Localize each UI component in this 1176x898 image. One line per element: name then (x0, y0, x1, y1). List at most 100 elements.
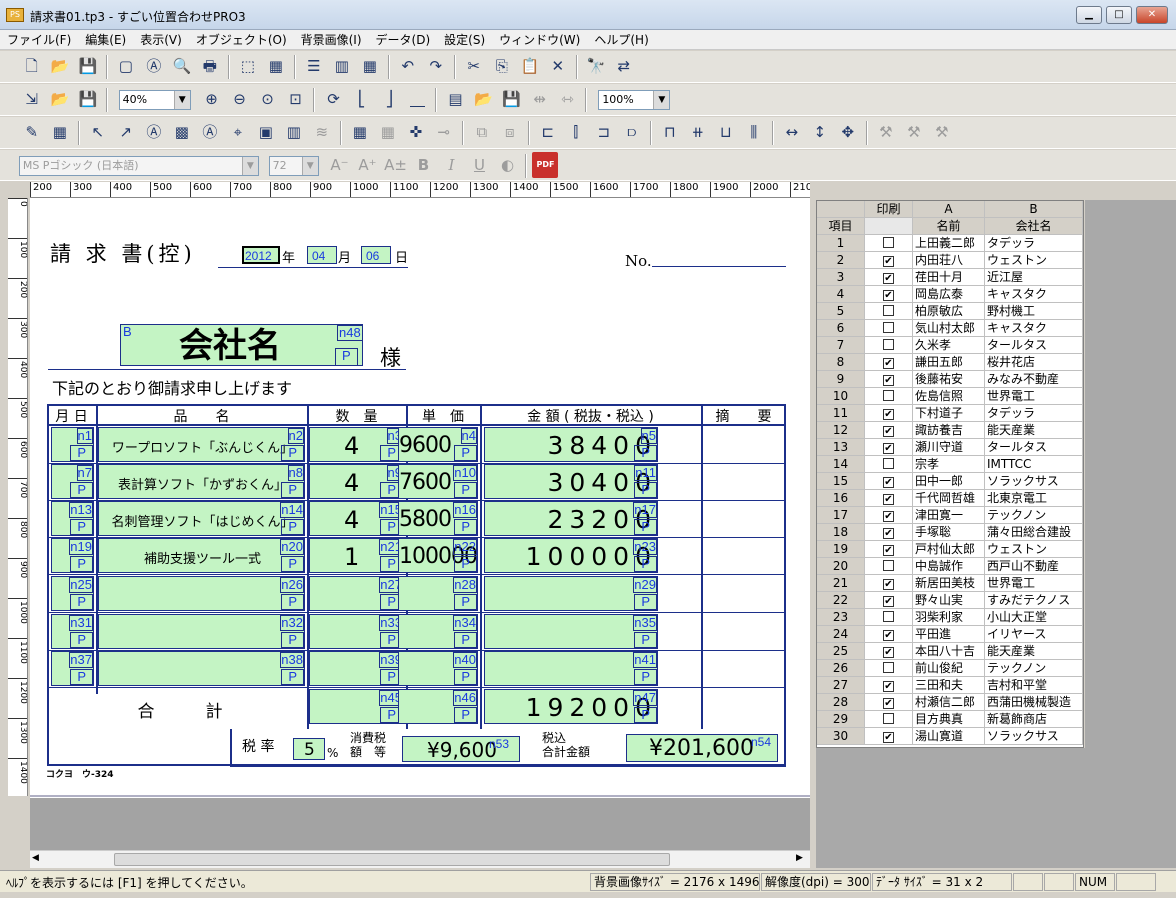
grid-name-cell[interactable]: 謙田五郎 (913, 354, 985, 371)
font-smaller-icon[interactable]: A⁻ (326, 152, 352, 178)
total-quantity-field[interactable]: n45 P (309, 689, 404, 724)
quantity-field[interactable]: n33 P (309, 614, 404, 649)
grid-row-number[interactable]: 26 (817, 660, 865, 677)
print-checkbox[interactable]: ✔ (883, 596, 894, 607)
print-checkbox[interactable]: ✔ (883, 290, 894, 301)
font-name-select[interactable]: MS Pゴシック (日本語) ▼ (18, 156, 259, 176)
grid-row-number[interactable]: 19 (817, 541, 865, 558)
menu-help[interactable]: ヘルプ(H) (587, 30, 655, 50)
print-checkbox[interactable] (883, 305, 894, 316)
stack-icon[interactable]: ≋ (309, 119, 335, 145)
item-field[interactable]: 名刺管理ソフト「はじめくん」 n14 P (98, 501, 305, 536)
grid-print-cell[interactable]: ✔ (865, 575, 913, 592)
text-frame-icon[interactable]: Ⓐ (197, 119, 223, 145)
save-background-icon[interactable]: 💾 (75, 86, 101, 112)
grid-name-cell[interactable]: 戸村仙太郎 (913, 541, 985, 558)
unit-price-field[interactable]: 100000 n22 P (398, 538, 478, 573)
grid-print-cell[interactable]: ✔ (865, 439, 913, 456)
print-checkbox[interactable] (883, 611, 894, 622)
grid-company-cell[interactable]: IMTTCC (985, 456, 1083, 473)
date-field[interactable]: n19 P (51, 538, 94, 573)
grid-row-number[interactable]: 28 (817, 694, 865, 711)
grid-name-cell[interactable]: 村瀬信二郎 (913, 694, 985, 711)
grid-name-cell[interactable]: 気山村太郎 (913, 320, 985, 337)
grid-company-cell[interactable]: すみだテクノス (985, 592, 1083, 609)
select-frame-icon[interactable]: ⬚ (235, 53, 261, 79)
split-h-icon[interactable]: ⇹ (526, 86, 552, 112)
align-top-icon[interactable]: ⊓ (657, 119, 683, 145)
print-checkbox[interactable]: ✔ (883, 375, 894, 386)
grid-print-cell[interactable]: ✔ (865, 694, 913, 711)
grid-field-header[interactable] (865, 218, 913, 235)
pointer-text-icon[interactable]: ↗ (113, 119, 139, 145)
menu-background-image[interactable]: 背景画像(I) (294, 30, 369, 50)
grid-row-number[interactable]: 30 (817, 728, 865, 745)
chevron-down-icon[interactable]: ▼ (301, 157, 318, 175)
grid-print-cell[interactable]: ✔ (865, 286, 913, 303)
menu-file[interactable]: ファイル(F) (0, 30, 78, 50)
replace-icon[interactable]: ⇄ (611, 53, 637, 79)
grid-name-cell[interactable]: 下村道子 (913, 405, 985, 422)
chevron-down-icon[interactable]: ▼ (173, 91, 190, 109)
grid-name-cell[interactable]: 佐島信照 (913, 388, 985, 405)
print-checkbox[interactable] (883, 237, 894, 248)
amount-field[interactable]: 30400 n11 P (484, 464, 658, 499)
tax-rate-field[interactable]: 5 (293, 738, 325, 760)
zoom-fit-icon[interactable]: ⊡ (282, 86, 308, 112)
quantity-field[interactable]: 4 n3 P (309, 427, 404, 462)
item-field[interactable]: n32 P (98, 614, 305, 649)
unit-price-field[interactable]: n40 P (398, 651, 478, 686)
grid-row-number[interactable]: 2 (817, 252, 865, 269)
grid-name-cell[interactable]: 新居田美枝 (913, 575, 985, 592)
menu-data[interactable]: データ(D) (369, 30, 438, 50)
grid-name-cell[interactable]: 平田進 (913, 626, 985, 643)
grid-print-cell[interactable] (865, 337, 913, 354)
italic-button[interactable]: I (438, 152, 464, 178)
date-field[interactable]: n7 P (51, 464, 94, 499)
align-middle-icon[interactable]: ⧺ (685, 119, 711, 145)
total-amount-field[interactable]: 192000 n47 P (484, 689, 658, 724)
grid-print-cell[interactable] (865, 320, 913, 337)
print-checkbox[interactable]: ✔ (883, 528, 894, 539)
grid-icon[interactable]: ▦ (263, 53, 289, 79)
print-checkbox[interactable]: ✔ (883, 358, 894, 369)
quantity-field[interactable]: n27 P (309, 576, 404, 611)
quantity-field[interactable]: n39 P (309, 651, 404, 686)
grid-name-cell[interactable]: 千代岡哲雄 (913, 490, 985, 507)
grid-row-number[interactable]: 23 (817, 609, 865, 626)
grid-row-number[interactable]: 6 (817, 320, 865, 337)
grid-company-cell[interactable]: 桜井花店 (985, 354, 1083, 371)
text-box-icon[interactable]: Ⓐ (141, 53, 167, 79)
grid-column-header[interactable]: 印刷 (865, 201, 913, 218)
grid-row-number[interactable]: 12 (817, 422, 865, 439)
grid-company-cell[interactable]: 西戸山不動産 (985, 558, 1083, 575)
print-checkbox[interactable]: ✔ (883, 273, 894, 284)
save-icon[interactable]: 💾 (75, 53, 101, 79)
grid-name-cell[interactable]: 宗孝 (913, 456, 985, 473)
grid-name-cell[interactable]: 荏田十月 (913, 269, 985, 286)
grid-company-cell[interactable]: タールタス (985, 439, 1083, 456)
grid-row-number[interactable]: 14 (817, 456, 865, 473)
align-left-image-icon[interactable]: ⎣ (348, 86, 374, 112)
quantity-field[interactable]: 1 n21 P (309, 538, 404, 573)
grid-company-cell[interactable]: タデッラ (985, 235, 1083, 252)
grid-row-number[interactable]: 17 (817, 507, 865, 524)
day-field[interactable]: 06 (361, 246, 391, 264)
grid-name-cell[interactable]: 津田寛一 (913, 507, 985, 524)
frame-icon[interactable]: ▢ (113, 53, 139, 79)
quantity-field[interactable]: 4 n15 P (309, 501, 404, 536)
align-center-icon[interactable]: ⫿ (563, 119, 589, 145)
grid-field-header[interactable]: 会社名 (985, 218, 1083, 235)
zoom-select[interactable]: 40% ▼ (118, 90, 191, 110)
grid-company-cell[interactable]: みなみ不動産 (985, 371, 1083, 388)
company-name-field[interactable]: B 会社名 n48 P (120, 324, 363, 366)
grid-row-number[interactable]: 29 (817, 711, 865, 728)
grid-print-cell[interactable] (865, 558, 913, 575)
same-size-icon[interactable]: ✥ (835, 119, 861, 145)
list-icon[interactable]: ☰ (301, 53, 327, 79)
item-field[interactable]: 表計算ソフト「かずおくん」 n8 P (98, 464, 305, 499)
table-abc2-icon[interactable]: ▦ (375, 119, 401, 145)
grid-name-cell[interactable]: 柏原敏広 (913, 303, 985, 320)
tax-amount-field[interactable]: ¥9,600 n53 (402, 736, 520, 762)
date-field[interactable]: n25 P (51, 576, 94, 611)
